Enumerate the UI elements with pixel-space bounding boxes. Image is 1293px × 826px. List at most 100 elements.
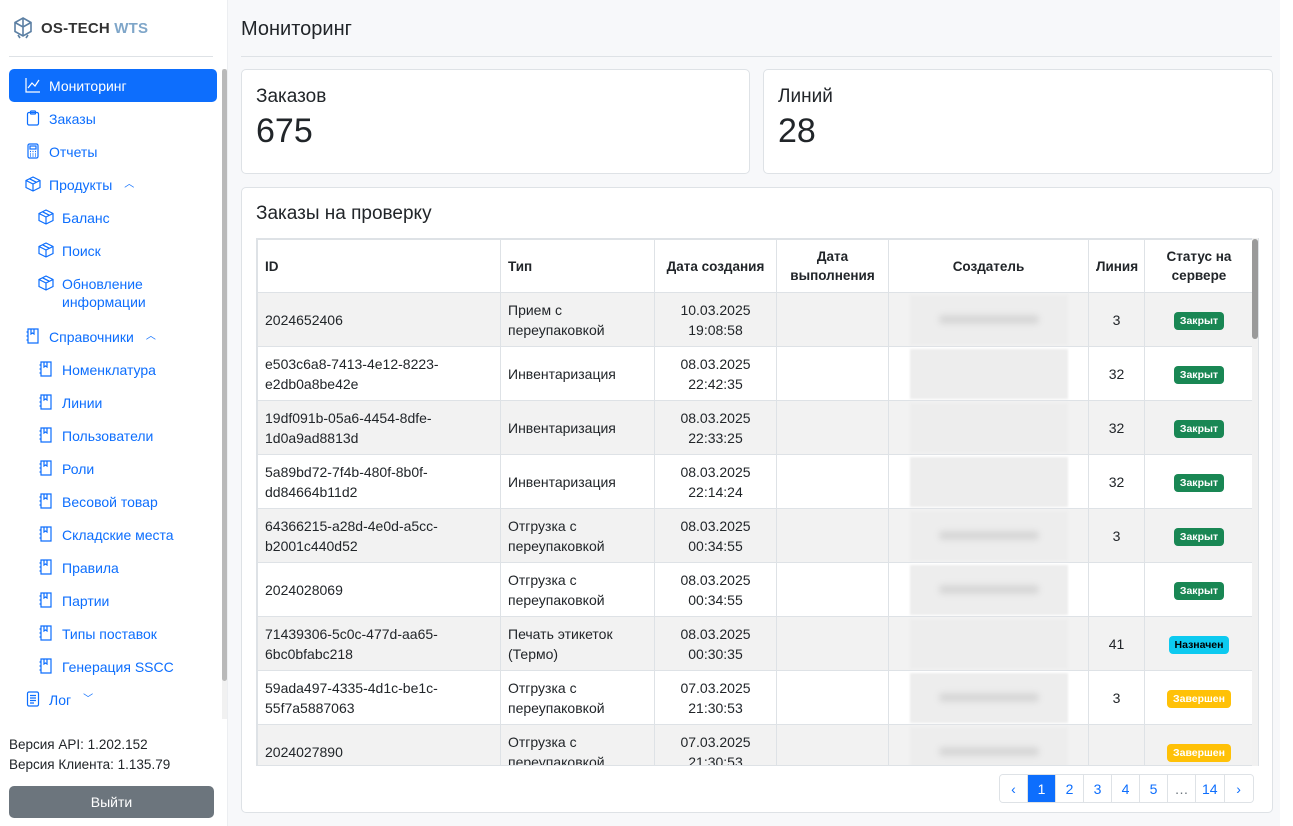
review-orders-title: Заказы на проверку [256, 203, 432, 224]
pagination-ellipsis: … [1168, 775, 1196, 802]
column-header-creator[interactable]: Создатель [888, 239, 1089, 293]
sidebar-item-supply-types[interactable]: Типы поставок [9, 617, 217, 650]
review-orders-table-container[interactable]: ID Тип Дата создания Дата выполнения Соз… [256, 238, 1259, 766]
cell-id: 2024028069 [257, 562, 501, 617]
pagination-page-14[interactable]: 14 [1196, 775, 1225, 802]
redacted-text [938, 747, 1039, 756]
sidebar-item-label: Справочники [49, 329, 134, 345]
sidebar-item-orders[interactable]: Заказы [9, 102, 217, 135]
cell-creator [888, 346, 1089, 401]
sidebar-item-users[interactable]: Пользователи [9, 419, 217, 452]
cell-creator [888, 616, 1089, 671]
sidebar-item-label: Обновление информации [62, 276, 146, 310]
column-header-status[interactable]: Статус на сервере [1144, 239, 1254, 293]
sidebar-item-label: Отчеты [49, 144, 98, 160]
cell-type: Отгрузка с переупаковкой [500, 508, 655, 563]
cell-status: Закрыт [1144, 292, 1254, 347]
pagination-prev-button[interactable]: ‹ [1000, 775, 1028, 802]
redacted-creator [909, 510, 1068, 561]
status-badge: Закрыт [1173, 582, 1225, 600]
sidebar-item-storage-places[interactable]: Складские места [9, 518, 217, 551]
pagination-next-button[interactable]: › [1224, 775, 1253, 802]
sidebar-item-batches[interactable]: Партии [9, 584, 217, 617]
sidebar-item-log[interactable]: Лог ﹀ [9, 683, 217, 716]
sidebar-item-label: Пользователи [62, 428, 154, 444]
cell-creator [888, 292, 1089, 347]
status-badge: Назначен [1168, 636, 1230, 654]
cell-done [776, 670, 889, 725]
cell-line: 32 [1088, 346, 1145, 401]
table-row[interactable]: 5a89bd72-7f4b-480f-8b0f-dd84664b11d2 Инве… [257, 454, 1254, 509]
cell-done [776, 616, 889, 671]
chart-line-icon [25, 77, 41, 93]
table-row[interactable]: 2024027890 Отгрузка с переупаковкой 07.03.… [257, 724, 1254, 765]
sidebar-item-label: Типы поставок [62, 626, 157, 642]
book-icon [38, 394, 54, 410]
cell-status: Закрыт [1144, 454, 1254, 509]
redacted-creator [909, 456, 1068, 507]
sidebar-item-label: Мониторинг [49, 78, 127, 94]
cell-id: 71439306-5c0c-477d-aa65-6bc0bfabc218 [257, 616, 501, 671]
table-row[interactable]: 2024028069 Отгрузка с переупаковкой 08.03.… [257, 562, 1254, 617]
cell-id: 19df091b-05a6-4454-8dfe-1d0a9ad8813d [257, 400, 501, 455]
sidebar-item-products[interactable]: Продукты ︿ [9, 168, 217, 201]
pagination-page-4[interactable]: 4 [1112, 775, 1140, 802]
sidebar-scroll-thumb[interactable] [222, 69, 227, 681]
column-header-done[interactable]: Дата выполнения [776, 239, 889, 293]
column-header-type[interactable]: Тип [500, 239, 655, 293]
chevron-down-icon[interactable]: ﹀ [83, 691, 93, 709]
table-row[interactable]: e503c6a8-7413-4e12-8223-e2db0a8be42e Инве… [257, 346, 1254, 401]
cell-creator [888, 400, 1089, 455]
cell-created: 08.03.2025 00:34:55 [654, 562, 777, 617]
pagination-page-3[interactable]: 3 [1084, 775, 1112, 802]
book-icon [38, 559, 54, 575]
logout-button[interactable]: Выйти [9, 786, 214, 818]
cell-type: Отгрузка с переупаковкой [500, 562, 655, 617]
cell-created: 08.03.2025 00:34:55 [654, 508, 777, 563]
sidebar-item-label: Продукты [49, 177, 113, 193]
pagination-page-1[interactable]: 1 [1028, 775, 1056, 802]
column-header-created[interactable]: Дата создания [654, 239, 777, 293]
sidebar-item-label: Правила [62, 560, 119, 576]
sidebar-item-search[interactable]: Поиск [9, 234, 217, 267]
column-header-id[interactable]: ID [257, 239, 501, 293]
cell-type: Инвентаризация [500, 346, 655, 401]
table-row[interactable]: 19df091b-05a6-4454-8dfe-1d0a9ad8813d Инве… [257, 400, 1254, 455]
table-row[interactable]: 59ada497-4335-4d1c-be1c-55f7a5887063 Отгр… [257, 670, 1254, 725]
sidebar-item-label: Поиск [62, 243, 101, 259]
brand[interactable]: OS-TECH WTS [9, 0, 213, 57]
table-scroll-thumb[interactable] [1252, 239, 1258, 339]
redacted-creator [909, 618, 1068, 669]
column-header-line[interactable]: Линия [1088, 239, 1145, 293]
table-row[interactable]: 2024652406 Прием с переупаковкой 10.03.202… [257, 292, 1254, 347]
chevron-up-icon[interactable]: ︿ [146, 328, 156, 346]
sidebar-item-reports[interactable]: Отчеты [9, 135, 217, 168]
cell-done [776, 346, 889, 401]
sidebar-item-update-info[interactable]: Обновление информации [9, 267, 217, 320]
table-row[interactable]: 71439306-5c0c-477d-aa65-6bc0bfabc218 Печа… [257, 616, 1254, 671]
table-row[interactable]: 64366215-a28d-4e0d-a5cc-b2001c440d52 Отгр… [257, 508, 1254, 563]
sidebar-item-sscc-generation[interactable]: Генерация SSCC [9, 650, 217, 683]
sidebar-item-lines[interactable]: Линии [9, 386, 217, 419]
sidebar-item-roles[interactable]: Роли [9, 452, 217, 485]
cell-done [776, 508, 889, 563]
cell-line: 41 [1088, 616, 1145, 671]
sidebar-item-monitoring[interactable]: Мониторинг [9, 69, 217, 102]
box-icon [38, 242, 54, 258]
sidebar-item-rules[interactable]: Правила [9, 551, 217, 584]
redacted-text [938, 531, 1039, 540]
sidebar-item-label: Номенклатура [62, 362, 156, 378]
sidebar-item-label: Складские места [62, 527, 174, 543]
chevron-up-icon[interactable]: ︿ [124, 176, 134, 194]
pagination-page-2[interactable]: 2 [1056, 775, 1084, 802]
sidebar-item-balance[interactable]: Баланс [9, 201, 217, 234]
status-badge: Завершен [1167, 690, 1231, 708]
cell-creator [888, 670, 1089, 725]
cell-line: 32 [1088, 400, 1145, 455]
sidebar-item-weight-goods[interactable]: Весовой товар [9, 485, 217, 518]
main-content: Мониторинг Заказов 675 Линий 28 Заказы н… [228, 0, 1280, 826]
pagination-page-5[interactable]: 5 [1140, 775, 1168, 802]
sidebar-item-references[interactable]: Справочники ︿ [9, 320, 217, 353]
cell-created: 08.03.2025 22:14:24 [654, 454, 777, 509]
sidebar-item-nomenclature[interactable]: Номенклатура [9, 353, 217, 386]
